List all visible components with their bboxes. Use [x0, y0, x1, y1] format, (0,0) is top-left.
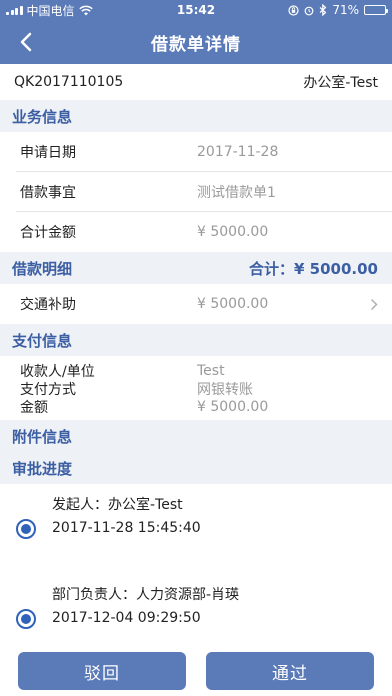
section-title: 支付信息 — [12, 331, 73, 350]
section-approval-progress: 审批进度 — [0, 452, 392, 484]
approver-label: 发起人：办公室-Test — [52, 497, 183, 513]
loan-item-row[interactable]: 交通补助 ¥ 5000.00 — [0, 284, 392, 324]
row-loan-matter: 借款事宜 测试借款单1 — [0, 172, 392, 212]
approval-timeline: 发起人：办公室-Test 2017-11-28 15:45:40 部门负责人：人… — [0, 484, 392, 664]
lock-rotation-icon — [288, 4, 299, 16]
section-title: 附件信息 — [12, 427, 73, 446]
section-title: 业务信息 — [12, 107, 73, 126]
doc-number: QK2017110105 — [14, 74, 124, 90]
page-title: 借款单详情 — [151, 34, 241, 55]
row-apply-date: 申请日期 2017-11-28 — [0, 132, 392, 172]
section-loan-detail: 借款明细 合计：¥ 5000.00 — [0, 252, 392, 284]
approval-time: 2017-11-28 15:45:40 — [52, 520, 201, 536]
row-value: ¥ 5000.00 — [197, 296, 269, 312]
row-label: 借款事宜 — [20, 185, 76, 201]
row-label: 交通补助 — [20, 297, 76, 313]
section-payment-info: 支付信息 — [0, 324, 392, 356]
reject-button[interactable]: 驳回 — [18, 652, 186, 690]
status-bar: 中国电信 15:42 71% — [0, 0, 392, 20]
row-value: 网银转账 — [197, 382, 253, 398]
row-value: ¥ 5000.00 — [197, 399, 269, 415]
doc-header: QK2017110105 办公室-Test — [0, 64, 392, 100]
row-payment-method: 支付方式 网银转账 — [0, 380, 392, 398]
row-label: 金额 — [20, 400, 48, 416]
row-payee: 收款人/单位 Test — [0, 362, 392, 380]
section-title: 审批进度 — [12, 459, 73, 478]
carrier-label: 中国电信 — [26, 3, 75, 18]
section-business-info: 业务信息 — [0, 100, 392, 132]
row-value: ¥ 5000.00 — [197, 224, 269, 240]
action-bar: 驳回 通过 — [0, 646, 392, 696]
row-amount: 金额 ¥ 5000.00 — [0, 398, 392, 416]
approval-step: 发起人：办公室-Test 2017-11-28 15:45:40 — [0, 484, 392, 574]
alarm-icon — [304, 6, 314, 15]
radio-checked-icon — [16, 609, 36, 629]
row-total-amount: 合计金额 ¥ 5000.00 — [0, 212, 392, 252]
payment-details: 收款人/单位 Test 支付方式 网银转账 金额 ¥ 5000.00 — [0, 356, 392, 420]
approve-button[interactable]: 通过 — [206, 652, 374, 690]
status-right: 71% — [288, 3, 388, 17]
approval-time: 2017-12-04 09:29:50 — [52, 610, 201, 626]
bluetooth-icon — [319, 4, 327, 16]
wifi-icon — [78, 5, 93, 15]
nav-bar: 借款单详情 — [0, 20, 392, 64]
row-value: 2017-11-28 — [197, 144, 279, 160]
signal-icon — [6, 5, 23, 15]
doc-department: 办公室-Test — [303, 75, 378, 91]
row-value: Test — [197, 363, 225, 379]
row-label: 申请日期 — [20, 145, 76, 161]
radio-checked-icon — [16, 519, 36, 539]
row-value: 测试借款单1 — [197, 185, 276, 201]
section-title: 借款明细 — [12, 259, 73, 278]
battery-percent: 71% — [332, 3, 359, 17]
row-label: 收款人/单位 — [20, 364, 95, 380]
status-left: 中国电信 — [6, 2, 93, 19]
chevron-left-icon — [20, 32, 32, 52]
back-button[interactable] — [8, 20, 44, 64]
chevron-right-icon — [370, 298, 378, 311]
row-label: 支付方式 — [20, 382, 76, 398]
loan-total: 合计：¥ 5000.00 — [249, 259, 378, 278]
section-attachments[interactable]: 附件信息 — [0, 420, 392, 452]
row-label: 合计金额 — [20, 225, 76, 241]
battery-icon — [364, 5, 388, 15]
approver-label: 部门负责人：人力资源部-肖瑛 — [52, 587, 240, 603]
